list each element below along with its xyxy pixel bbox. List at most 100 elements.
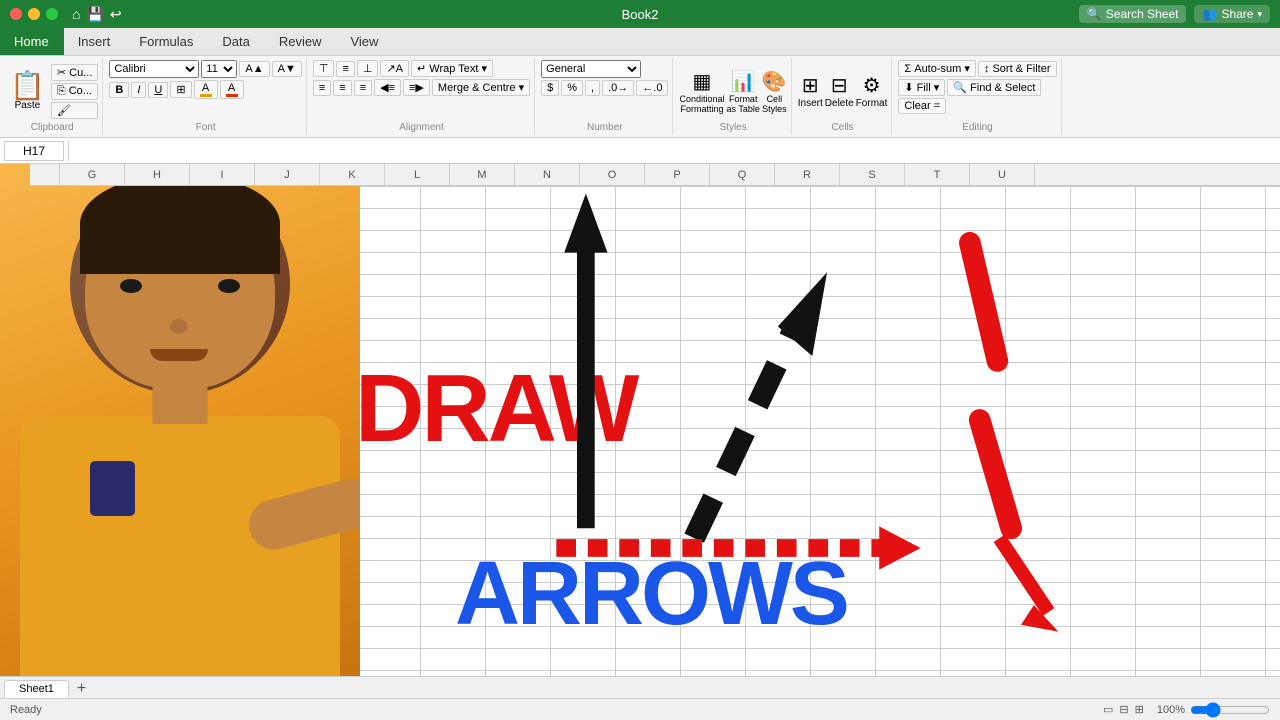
col-header-u[interactable]: U	[970, 164, 1035, 185]
find-select-button[interactable]: 🔍 Find & Select	[947, 79, 1041, 96]
page-break-icon[interactable]: ⊞	[1135, 703, 1144, 716]
indent-increase-button[interactable]: ≡▶	[403, 79, 430, 96]
eye-left	[120, 279, 142, 293]
font-row2: B I U ⊞ A A	[109, 80, 243, 99]
autosum-button[interactable]: Σ Auto-sum ▾	[898, 60, 976, 77]
border-button[interactable]: ⊞	[170, 81, 191, 98]
share-button[interactable]: 👥 Share ▾	[1194, 5, 1270, 23]
col-header-h[interactable]: H	[125, 164, 190, 185]
decrease-decimal-button[interactable]: ←.0	[636, 80, 668, 96]
col-header-l[interactable]: L	[385, 164, 450, 185]
cells-label: Cells	[831, 122, 853, 133]
tab-insert[interactable]: Insert	[64, 28, 126, 55]
align-row2: ≡ ≡ ≡ ◀≡ ≡▶ Merge & Centre ▾	[313, 79, 530, 96]
align-middle-button[interactable]: ≡	[336, 61, 354, 77]
tab-formulas[interactable]: Formulas	[125, 28, 208, 55]
col-header-k[interactable]: K	[320, 164, 385, 185]
sort-filter-button[interactable]: ↕ Sort & Filter	[978, 61, 1057, 77]
indent-decrease-button[interactable]: ◀≡	[374, 79, 401, 96]
page-layout-icon[interactable]: ⊟	[1119, 703, 1128, 716]
undo-icon[interactable]: ↩	[110, 6, 122, 23]
col-header-p[interactable]: P	[645, 164, 710, 185]
copy-button[interactable]: ⎘ Co...	[51, 83, 99, 100]
format-button[interactable]: ⚙ Format	[856, 73, 888, 109]
neck	[153, 379, 208, 424]
search-box[interactable]: 🔍 Search Sheet	[1079, 5, 1187, 23]
tab-review[interactable]: Review	[265, 28, 337, 55]
clear-button[interactable]: Clear =	[898, 98, 946, 114]
maximize-button[interactable]	[46, 8, 58, 20]
number-group: General $ % , .0→ ←.0 Number	[537, 58, 673, 135]
add-sheet-button[interactable]: +	[71, 680, 92, 698]
italic-button[interactable]: I	[131, 82, 146, 98]
font-family-select[interactable]: Calibri	[109, 60, 199, 78]
shirt-pocket	[90, 461, 135, 516]
mouth	[150, 349, 208, 361]
workbook-title: Book2	[622, 7, 659, 22]
bold-button[interactable]: B	[109, 82, 129, 98]
increase-decimal-button[interactable]: .0→	[602, 80, 634, 96]
paste-button[interactable]: 📋 Paste	[6, 70, 49, 113]
number-format-select[interactable]: General	[541, 60, 641, 78]
normal-view-icon[interactable]: ▭	[1103, 703, 1113, 716]
font-size-select[interactable]: 11	[201, 60, 237, 78]
col-header-t[interactable]: T	[905, 164, 970, 185]
zoom-slider[interactable]	[1190, 702, 1270, 718]
title-bar: ⌂ 💾 ↩ Book2 🔍 Search Sheet 👥 Share ▾	[0, 0, 1280, 28]
align-bottom-button[interactable]: ⊥	[357, 60, 379, 77]
col-header-o[interactable]: O	[580, 164, 645, 185]
shirt	[20, 416, 340, 676]
underline-button[interactable]: U	[148, 82, 168, 98]
format-as-table-button[interactable]: 📊 Formatas Table	[727, 69, 760, 114]
cut-button[interactable]: ✂ Cu...	[51, 64, 99, 81]
col-header-m[interactable]: M	[450, 164, 515, 185]
currency-button[interactable]: $	[541, 80, 559, 96]
fill-button[interactable]: ⬇ Fill ▾	[898, 79, 945, 96]
col-header-n[interactable]: N	[515, 164, 580, 185]
alignment-label: Alignment	[399, 122, 443, 133]
minimize-button[interactable]	[28, 8, 40, 20]
number-group-items: General $ % , .0→ ←.0	[541, 60, 668, 122]
wrap-text-button[interactable]: ↵ Wrap Text ▾	[411, 60, 493, 77]
cell-styles-icon: 🎨	[762, 69, 787, 94]
font-color-button[interactable]: A	[220, 80, 244, 99]
increase-font-button[interactable]: A▲	[239, 61, 269, 77]
percent-button[interactable]: %	[561, 80, 583, 96]
col-header-j[interactable]: J	[255, 164, 320, 185]
align-center-button[interactable]: ≡	[333, 80, 351, 96]
align-top-button[interactable]: ⊤	[313, 60, 335, 77]
close-button[interactable]	[10, 8, 22, 20]
col-header-g[interactable]: G	[60, 164, 125, 185]
conditional-formatting-button[interactable]: ▦ ConditionalFormatting	[679, 69, 724, 114]
decrease-font-button[interactable]: A▼	[272, 61, 302, 77]
col-header-i[interactable]: I	[190, 164, 255, 185]
cell-reference-input[interactable]	[4, 141, 64, 161]
clipboard-group-items: 📋 Paste ✂ Cu... ⎘ Co... 🖌	[6, 60, 98, 122]
editing-group: Σ Auto-sum ▾ ↕ Sort & Filter ⬇ Fill ▾ 🔍 …	[894, 58, 1061, 135]
save-icon[interactable]: 💾	[86, 6, 103, 23]
editing-row1: Σ Auto-sum ▾ ↕ Sort & Filter	[898, 60, 1056, 77]
formula-input[interactable]	[73, 144, 1276, 158]
comma-button[interactable]: ,	[585, 80, 600, 96]
nav-home-icon[interactable]: ⌂	[72, 6, 80, 22]
tab-view[interactable]: View	[336, 28, 393, 55]
merge-center-button[interactable]: Merge & Centre ▾	[432, 79, 530, 96]
cell-styles-button[interactable]: 🎨 CellStyles	[762, 69, 787, 114]
col-header-r[interactable]: R	[775, 164, 840, 185]
person-background	[0, 164, 360, 676]
delete-button[interactable]: ⊟ Delete	[825, 73, 854, 109]
editing-group-items: Σ Auto-sum ▾ ↕ Sort & Filter ⬇ Fill ▾ 🔍 …	[898, 60, 1056, 122]
tab-home[interactable]: Home	[0, 28, 64, 55]
col-header-s[interactable]: S	[840, 164, 905, 185]
tab-data[interactable]: Data	[208, 28, 264, 55]
format-painter-button[interactable]: 🖌	[51, 102, 99, 119]
font-label: Font	[196, 122, 216, 133]
align-right-button[interactable]: ≡	[354, 80, 372, 96]
orientation-button[interactable]: ↗A	[380, 60, 409, 77]
search-label: Search Sheet	[1106, 7, 1179, 21]
insert-button[interactable]: ⊞ Insert	[798, 73, 823, 109]
fill-color-button[interactable]: A	[194, 80, 218, 99]
sheet-tab-sheet1[interactable]: Sheet1	[4, 680, 69, 698]
align-left-button[interactable]: ≡	[313, 80, 331, 96]
col-header-q[interactable]: Q	[710, 164, 775, 185]
